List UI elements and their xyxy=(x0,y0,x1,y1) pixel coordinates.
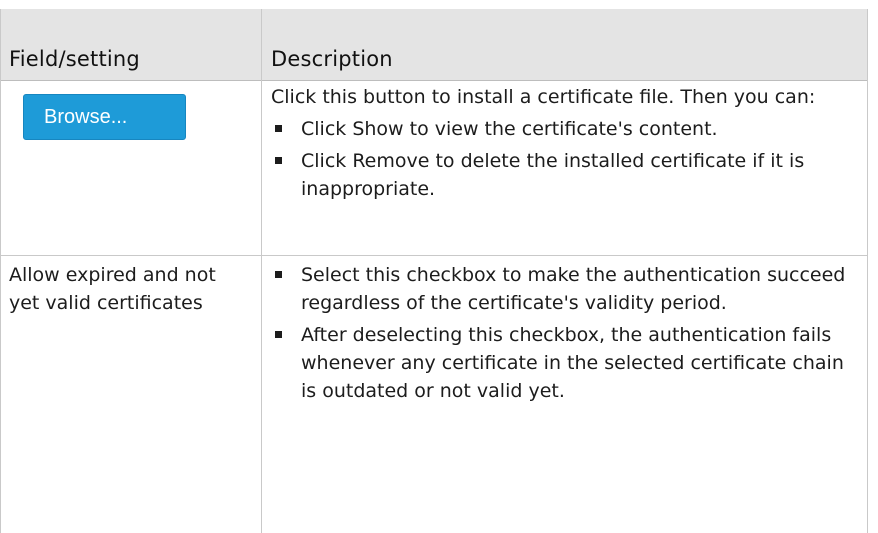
list-item: After deselecting this checkbox, the aut… xyxy=(271,321,846,405)
settings-table: Field/setting Description Browse... Clic… xyxy=(0,9,868,533)
list-item: Click Show to view the certificate's con… xyxy=(271,115,846,143)
bullet-text: After deselecting this checkbox, the aut… xyxy=(301,324,844,402)
list-item: Click Remove to delete the installed cer… xyxy=(271,147,846,203)
header-field-setting: Field/setting xyxy=(9,47,140,71)
header-description: Description xyxy=(271,47,393,71)
browse-button[interactable]: Browse... xyxy=(23,94,186,140)
description-text: Click this button to install a certifica… xyxy=(271,86,816,108)
description-cell-browse: Click this button to install a certifica… xyxy=(271,83,846,203)
bullet-text: Click Remove to delete the installed cer… xyxy=(301,150,805,200)
bullet-icon xyxy=(275,125,282,132)
list-item: Select this checkbox to make the authent… xyxy=(271,261,846,317)
table-header-row: Field/setting Description xyxy=(1,9,867,81)
field-allow-expired: Allow expired and not yet valid certific… xyxy=(9,264,216,314)
column-divider xyxy=(261,9,262,533)
bullet-text: Click Show to view the certificate's con… xyxy=(301,118,718,140)
bullet-list: Select this checkbox to make the authent… xyxy=(271,261,846,405)
bullet-icon xyxy=(275,331,282,338)
bullet-icon xyxy=(275,157,282,164)
description-cell-allow-expired: Select this checkbox to make the authent… xyxy=(271,261,846,405)
bullet-icon xyxy=(275,271,282,278)
table-row-browse: Browse... Click this button to install a… xyxy=(1,81,867,256)
table-row-allow-expired: Allow expired and not yet valid certific… xyxy=(1,256,867,533)
bullet-list: Click Show to view the certificate's con… xyxy=(271,115,846,203)
bullet-text: Select this checkbox to make the authent… xyxy=(301,264,846,314)
